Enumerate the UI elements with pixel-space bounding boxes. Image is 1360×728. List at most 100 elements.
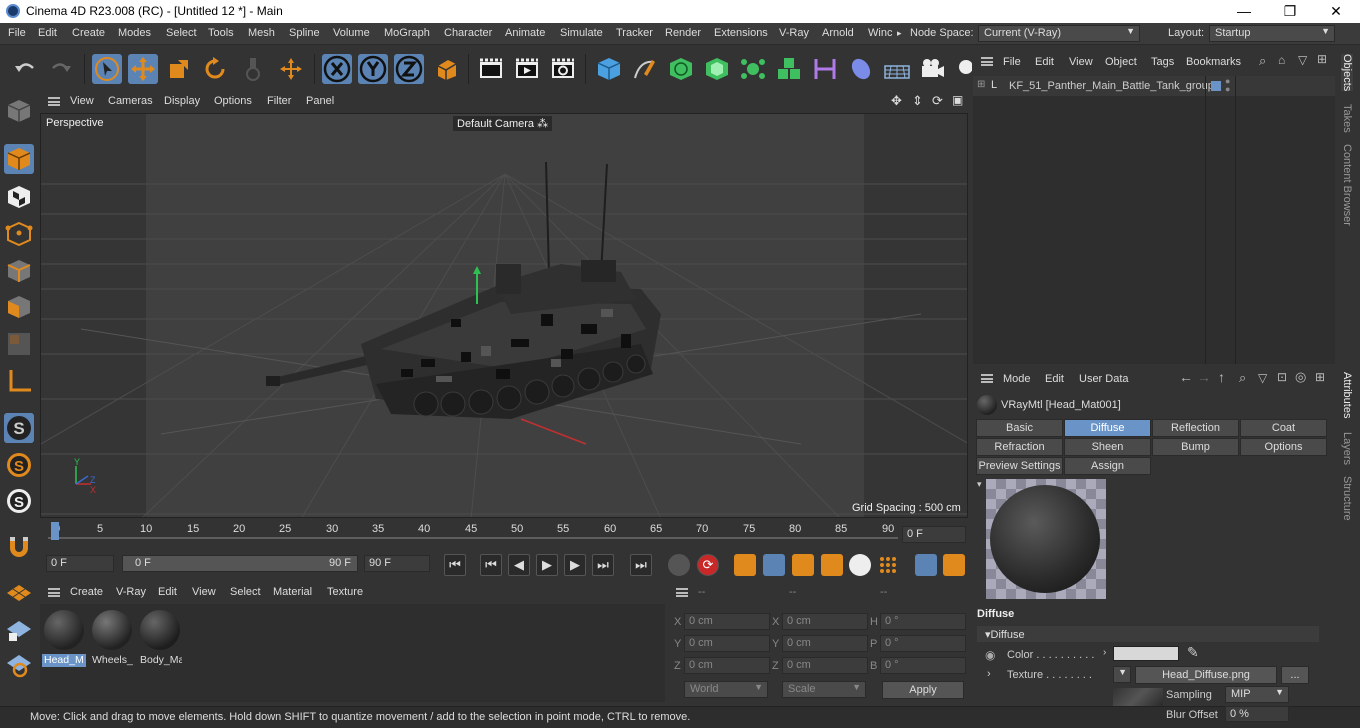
obj-menu-object[interactable]: Object bbox=[1105, 56, 1137, 68]
playhead[interactable] bbox=[51, 522, 59, 540]
rot-p-field[interactable]: 0 ° bbox=[880, 635, 966, 652]
search-icon[interactable]: ⌕ bbox=[1239, 370, 1246, 386]
blur-offset-field[interactable]: 0 % bbox=[1225, 706, 1289, 722]
expand-icon[interactable]: ⊞ bbox=[977, 79, 985, 90]
menu-mograph[interactable]: MoGraph bbox=[384, 27, 430, 39]
keyframe-selection-icon[interactable] bbox=[734, 554, 756, 576]
attribute-hamburger-icon[interactable] bbox=[981, 374, 993, 383]
texture-browse-button[interactable]: ... bbox=[1281, 666, 1309, 684]
rot-h-field[interactable]: 0 ° bbox=[880, 613, 966, 630]
mat-menu-create[interactable]: Create bbox=[70, 586, 103, 598]
menu-volume[interactable]: Volume bbox=[333, 27, 370, 39]
node-space-select[interactable]: Current (V-Ray) ▼ bbox=[978, 25, 1140, 42]
forward-arrow-icon[interactable]: → bbox=[1197, 369, 1211, 385]
texture-mode-icon[interactable] bbox=[4, 182, 34, 212]
menu-tracker[interactable]: Tracker bbox=[616, 27, 653, 39]
back-arrow-icon[interactable]: ← bbox=[1179, 369, 1193, 385]
expand-color-icon[interactable]: › bbox=[1103, 647, 1106, 658]
side-tab-takes[interactable]: Takes bbox=[1341, 104, 1353, 133]
menu-spline[interactable]: Spline bbox=[289, 27, 320, 39]
subdivision-surface-icon[interactable] bbox=[666, 54, 696, 84]
go-to-start-icon[interactable]: ⏮ bbox=[444, 554, 466, 576]
object-row[interactable]: ⊞ L KF_51_Panther_Main_Battle_Tank_group… bbox=[973, 76, 1335, 96]
color-swatch[interactable] bbox=[1113, 646, 1179, 661]
scale-select[interactable]: Scale ▼ bbox=[782, 681, 866, 698]
attr-menu-mode[interactable]: Mode bbox=[1003, 373, 1031, 385]
viewport-menu-cameras[interactable]: Cameras bbox=[108, 95, 153, 107]
obj-menu-edit[interactable]: Edit bbox=[1035, 56, 1054, 68]
lock-icon[interactable]: ⊡ bbox=[1277, 370, 1287, 384]
next-frame-icon[interactable]: ▶ bbox=[564, 554, 586, 576]
viewport-menu-options[interactable]: Options bbox=[214, 95, 252, 107]
cube-object-icon[interactable] bbox=[594, 54, 624, 84]
new-panel-icon[interactable]: ⊞ bbox=[1317, 52, 1327, 66]
z-axis-lock-icon[interactable] bbox=[394, 54, 424, 84]
material-swatch-wheels[interactable]: Wheels_ bbox=[90, 608, 134, 668]
key-scale-icon[interactable] bbox=[792, 554, 814, 576]
start-frame-field[interactable]: 0 F bbox=[46, 555, 114, 572]
attr-menu-edit[interactable]: Edit bbox=[1045, 373, 1064, 385]
size-z-field[interactable]: 0 cm bbox=[782, 657, 868, 674]
key-rotation-icon[interactable] bbox=[821, 554, 843, 576]
material-hamburger-icon[interactable] bbox=[48, 588, 60, 597]
x-axis-lock-icon[interactable] bbox=[322, 54, 352, 84]
end-frame-field[interactable]: 90 F bbox=[364, 555, 430, 572]
key-parameter-icon[interactable] bbox=[849, 554, 871, 576]
menu-render[interactable]: Render bbox=[665, 27, 701, 39]
mat-menu-material[interactable]: Material bbox=[273, 586, 312, 598]
mat-menu-vray[interactable]: V-Ray bbox=[116, 586, 146, 598]
animate-radio-icon[interactable]: ◉ bbox=[985, 648, 995, 662]
live-selection-icon[interactable] bbox=[92, 54, 122, 84]
menu-more-arrow[interactable]: ▸ bbox=[897, 28, 902, 39]
magnet-tool-icon[interactable] bbox=[4, 532, 34, 562]
up-arrow-icon[interactable]: ↑ bbox=[1218, 369, 1225, 385]
tab-sheen[interactable]: Sheen bbox=[1064, 438, 1151, 456]
undo-icon[interactable] bbox=[10, 54, 40, 84]
3d-viewport[interactable]: Perspective Default Camera ⁂ Y Z X Grid … bbox=[40, 113, 968, 518]
light-object-icon[interactable] bbox=[954, 54, 973, 84]
menu-character[interactable]: Character bbox=[444, 27, 492, 39]
pen-spline-icon[interactable] bbox=[630, 54, 660, 84]
dolly-view-icon[interactable]: ⇕ bbox=[912, 93, 923, 109]
recent-move-icon[interactable] bbox=[276, 54, 306, 84]
y-axis-lock-icon[interactable] bbox=[358, 54, 388, 84]
film-strip-icon[interactable] bbox=[943, 554, 965, 576]
home-icon[interactable]: ⌂ bbox=[1278, 53, 1285, 67]
layer-color-chip[interactable] bbox=[1211, 81, 1221, 91]
camera-label[interactable]: Default Camera ⁂ bbox=[453, 116, 553, 131]
apply-button[interactable]: Apply bbox=[882, 681, 964, 699]
current-frame-field[interactable]: 0 F bbox=[902, 526, 966, 543]
polygons-mode-icon[interactable] bbox=[4, 292, 34, 322]
tab-options[interactable]: Options bbox=[1240, 438, 1327, 456]
obj-menu-file[interactable]: File bbox=[1003, 56, 1021, 68]
tab-refraction[interactable]: Refraction bbox=[976, 438, 1063, 456]
menu-window[interactable]: Winc bbox=[868, 27, 892, 39]
viewport-menu-panel[interactable]: Panel bbox=[306, 95, 334, 107]
mat-menu-select[interactable]: Select bbox=[230, 586, 261, 598]
new-panel-icon[interactable]: ⊞ bbox=[1315, 370, 1325, 384]
side-tab-objects[interactable]: Objects bbox=[1341, 54, 1353, 92]
size-y-field[interactable]: 0 cm bbox=[782, 635, 868, 652]
world-select[interactable]: World ▼ bbox=[684, 681, 768, 698]
tab-assign[interactable]: Assign bbox=[1064, 457, 1151, 475]
camera-object-icon[interactable] bbox=[918, 54, 948, 84]
deformer-icon[interactable] bbox=[810, 54, 840, 84]
rotate-tool-icon[interactable] bbox=[200, 54, 230, 84]
mograph-cubes-icon[interactable] bbox=[774, 54, 804, 84]
record-disabled-icon[interactable] bbox=[668, 554, 690, 576]
obj-menu-bookmarks[interactable]: Bookmarks bbox=[1186, 56, 1256, 68]
mat-menu-texture[interactable]: Texture bbox=[327, 586, 363, 598]
field-icon[interactable] bbox=[846, 54, 876, 84]
extrude-generator-icon[interactable] bbox=[702, 54, 732, 84]
model-mode-icon[interactable] bbox=[4, 144, 34, 174]
settings-icon[interactable]: ◎ bbox=[1295, 369, 1306, 385]
planar-workplane-icon[interactable] bbox=[4, 648, 34, 678]
floor-object-icon[interactable] bbox=[882, 54, 912, 84]
maximize-view-icon[interactable]: ▣ bbox=[952, 93, 963, 107]
diffuse-group-header[interactable]: ▾Diffuse bbox=[977, 626, 1319, 642]
menu-tools[interactable]: Tools bbox=[208, 27, 234, 39]
tab-reflection[interactable]: Reflection bbox=[1152, 419, 1239, 437]
sound-icon[interactable] bbox=[915, 554, 937, 576]
layout-select[interactable]: Startup ▼ bbox=[1209, 25, 1335, 42]
pos-y-field[interactable]: 0 cm bbox=[684, 635, 770, 652]
